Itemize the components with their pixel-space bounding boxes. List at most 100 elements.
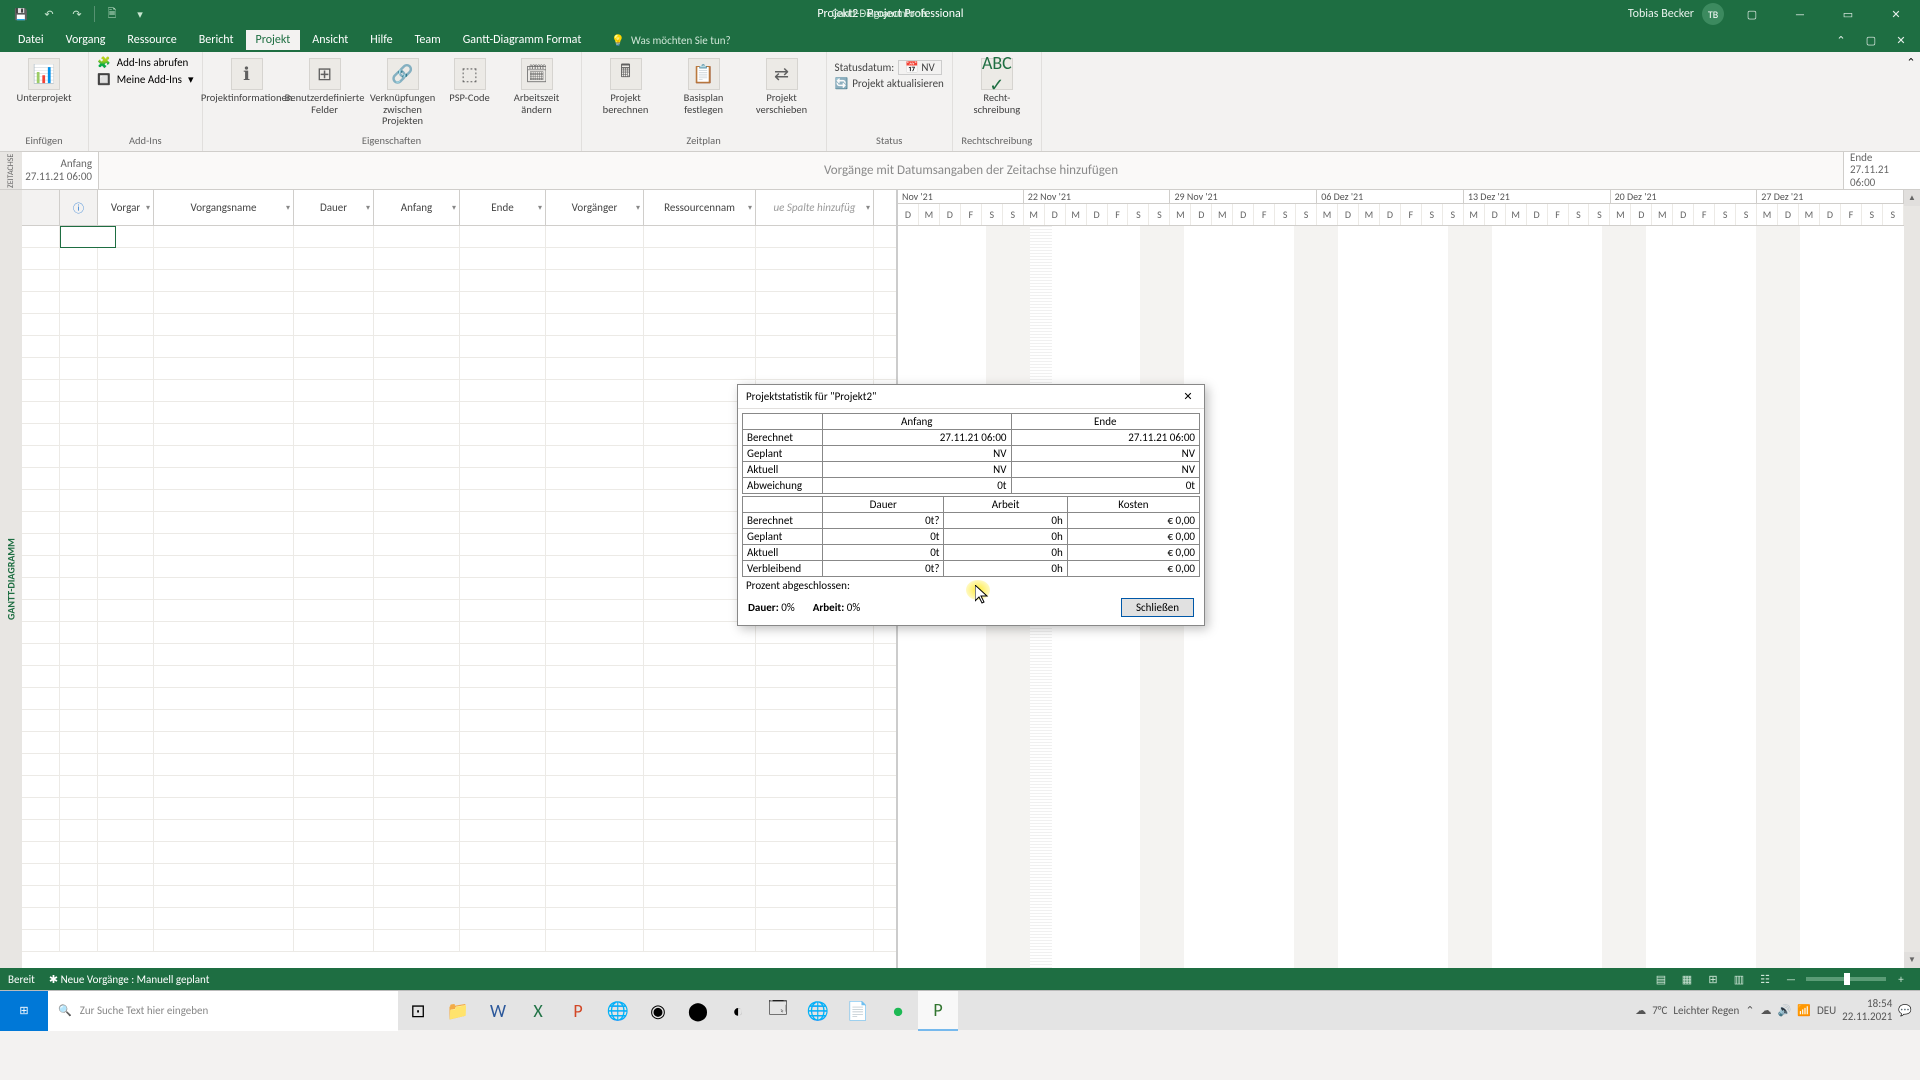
basisplan-button[interactable]: 📋Basisplan festlegen — [668, 56, 740, 115]
ribbon-options-icon[interactable]: ▢ — [1732, 0, 1772, 28]
qat-dropdown-icon[interactable]: ▾ — [127, 1, 153, 27]
stats-table-1: AnfangEnde Berechnet27.11.21 06:0027.11.… — [742, 413, 1200, 494]
day-header: S — [982, 204, 1003, 225]
view-resource-icon[interactable]: ☷ — [1754, 970, 1776, 988]
rechtschreibung-button[interactable]: ABC✓Recht-schreibung — [961, 56, 1033, 115]
wifi-icon[interactable]: 📶 — [1797, 1004, 1811, 1017]
ribbon-scroll-icon[interactable]: ⌃ — [1902, 52, 1920, 151]
meine-addins-button[interactable]: 🔲Meine Add-Ins▾ — [97, 73, 194, 86]
notifications-icon[interactable]: 💬 — [1898, 1004, 1912, 1017]
autosave-icon[interactable]: 💾 — [8, 1, 34, 27]
user-avatar[interactable]: TB — [1702, 3, 1724, 25]
volume-icon[interactable]: 🔊 — [1778, 1004, 1792, 1017]
menu-datei[interactable]: Datei — [8, 30, 54, 50]
taskbar-search[interactable]: 🔍Zur Suche Text hier eingeben — [48, 991, 398, 1031]
weather-text[interactable]: Leichter Regen — [1673, 1004, 1739, 1017]
maximize-icon[interactable]: ▭ — [1828, 0, 1868, 28]
menu-team[interactable]: Team — [405, 30, 451, 50]
col-vorgangsname[interactable]: Vorgangsname▾ — [154, 190, 294, 225]
status-new-tasks[interactable]: ✱ Neue Vorgänge : Manuell geplant — [49, 973, 210, 986]
spotify-icon[interactable]: ● — [878, 991, 918, 1031]
projekt-verschieben-button[interactable]: ⇄Projekt verschieben — [746, 56, 818, 115]
app-icon-2[interactable]: 🗔 — [758, 991, 798, 1031]
onedrive-icon[interactable]: ☁ — [1761, 1004, 1772, 1017]
psp-button[interactable]: ⬚PSP-Code — [445, 56, 495, 104]
chrome-icon[interactable]: ◉ — [638, 991, 678, 1031]
col-ressourcen[interactable]: Ressourcennam▾ — [644, 190, 756, 225]
excel-icon[interactable]: X — [518, 991, 558, 1031]
notepad-icon[interactable]: 📄 — [838, 991, 878, 1031]
new-icon[interactable]: 🗎 — [99, 1, 125, 27]
day-header: S — [1275, 204, 1296, 225]
view-network-icon[interactable]: ⊞ — [1702, 970, 1724, 988]
menu-bericht[interactable]: Bericht — [189, 30, 244, 50]
app-icon-3[interactable]: 🌐 — [798, 991, 838, 1031]
word-icon[interactable]: W — [478, 991, 518, 1031]
menu-ansicht[interactable]: Ansicht — [302, 30, 358, 50]
benutzerfelder-button[interactable]: ⊞Benutzerdefinierte Felder — [289, 56, 361, 115]
statusdatum-row[interactable]: Statusdatum:📅 NV — [835, 60, 944, 75]
ribbon-close-icon[interactable]: ✕ — [1888, 30, 1914, 50]
col-neue-spalte[interactable]: ue Spalte hinzufüg▾ — [756, 190, 874, 225]
day-header: M — [1799, 204, 1820, 225]
week-header: 20 Dez '21 — [1611, 190, 1758, 204]
view-calendar-icon[interactable]: ▥ — [1728, 970, 1750, 988]
dialog-close-icon[interactable]: ✕ — [1172, 385, 1204, 409]
arbeitszeit-button[interactable]: 🗓Arbeitszeit ändern — [501, 56, 573, 115]
day-header: D — [1380, 204, 1401, 225]
view-label[interactable]: GANTT-DIAGRAMM — [0, 190, 22, 968]
minimize-icon[interactable]: — — [1780, 0, 1820, 28]
edge-icon[interactable]: 🌐 — [598, 991, 638, 1031]
undo-icon[interactable]: ↶ — [36, 1, 62, 27]
col-vorgaenger[interactable]: Vorgänger▾ — [546, 190, 644, 225]
ribbon-collapse-icon[interactable]: ⌃ — [1828, 30, 1854, 50]
task-view-icon[interactable]: ⊡ — [398, 991, 438, 1031]
app-icon-1[interactable]: ◐ — [718, 991, 758, 1031]
close-icon[interactable]: ✕ — [1876, 0, 1916, 28]
tray-clock[interactable]: 18:5422.11.2021 — [1842, 998, 1892, 1022]
week-header: Nov '21 — [898, 190, 1024, 204]
weather-icon[interactable]: ☁ — [1635, 1004, 1646, 1017]
zoom-slider[interactable] — [1806, 977, 1886, 981]
col-vorgar[interactable]: Vorgar▾ — [98, 190, 154, 225]
timeline-hint[interactable]: Vorgänge mit Datumsangaben der Zeitachse… — [98, 152, 1844, 189]
col-anfang[interactable]: Anfang▾ — [374, 190, 460, 225]
redo-icon[interactable]: ↷ — [64, 1, 90, 27]
menu-format[interactable]: Gantt-Diagramm Format — [453, 30, 592, 50]
obs-icon[interactable]: ⬤ — [678, 991, 718, 1031]
projekt-berechnen-button[interactable]: 🖩Projekt berechnen — [590, 56, 662, 115]
projekt-aktualisieren-button[interactable]: 🔄Projekt aktualisieren — [835, 77, 944, 90]
close-button[interactable]: Schließen — [1121, 598, 1194, 617]
group-eigenschaften: Eigenschaften — [362, 134, 421, 149]
menu-hilfe[interactable]: Hilfe — [360, 30, 402, 50]
col-select[interactable] — [22, 190, 60, 225]
menu-vorgang[interactable]: Vorgang — [56, 30, 116, 50]
view-gantt-icon[interactable]: ▤ — [1650, 970, 1672, 988]
menu-projekt[interactable]: Projekt — [246, 30, 301, 50]
verknuepfungen-button[interactable]: 🔗Verknüpfungen zwischen Projekten — [367, 56, 439, 127]
powerpoint-icon[interactable]: P — [558, 991, 598, 1031]
ribbon-restore-icon[interactable]: ▢ — [1858, 30, 1884, 50]
day-header: D — [1527, 204, 1548, 225]
explorer-icon[interactable]: 📁 — [438, 991, 478, 1031]
col-ende[interactable]: Ende▾ — [460, 190, 546, 225]
search-icon: 🔍 — [58, 1004, 72, 1017]
timeline[interactable]: ZEITACHSE Anfang27.11.21 06:00 Vorgänge … — [0, 152, 1920, 190]
col-dauer[interactable]: Dauer▾ — [294, 190, 374, 225]
lang-indicator[interactable]: DEU — [1817, 1004, 1836, 1017]
view-usage-icon[interactable]: ▦ — [1676, 970, 1698, 988]
user-name[interactable]: Tobias Becker — [1628, 7, 1694, 21]
project-icon[interactable]: P — [918, 991, 958, 1031]
selected-cell[interactable] — [60, 226, 116, 248]
col-info[interactable]: ⓘ — [60, 190, 98, 225]
zoom-in-icon[interactable]: + — [1890, 970, 1912, 988]
start-button[interactable]: ⊞ — [0, 991, 48, 1031]
menu-ressource[interactable]: Ressource — [117, 30, 186, 50]
tray-chevron-icon[interactable]: ⌃ — [1745, 1004, 1754, 1017]
addins-abrufen-button[interactable]: 🧩Add-Ins abrufen — [97, 56, 188, 69]
zoom-out-icon[interactable]: — — [1780, 970, 1802, 988]
tell-me-search[interactable]: 💡 Was möchten Sie tun? — [611, 34, 730, 47]
projektinfo-button[interactable]: ℹProjektinformationen — [211, 56, 283, 104]
weather-temp[interactable]: 7°C — [1652, 1004, 1667, 1017]
unterprojekt-button[interactable]: 📊Unterprojekt — [8, 56, 80, 104]
